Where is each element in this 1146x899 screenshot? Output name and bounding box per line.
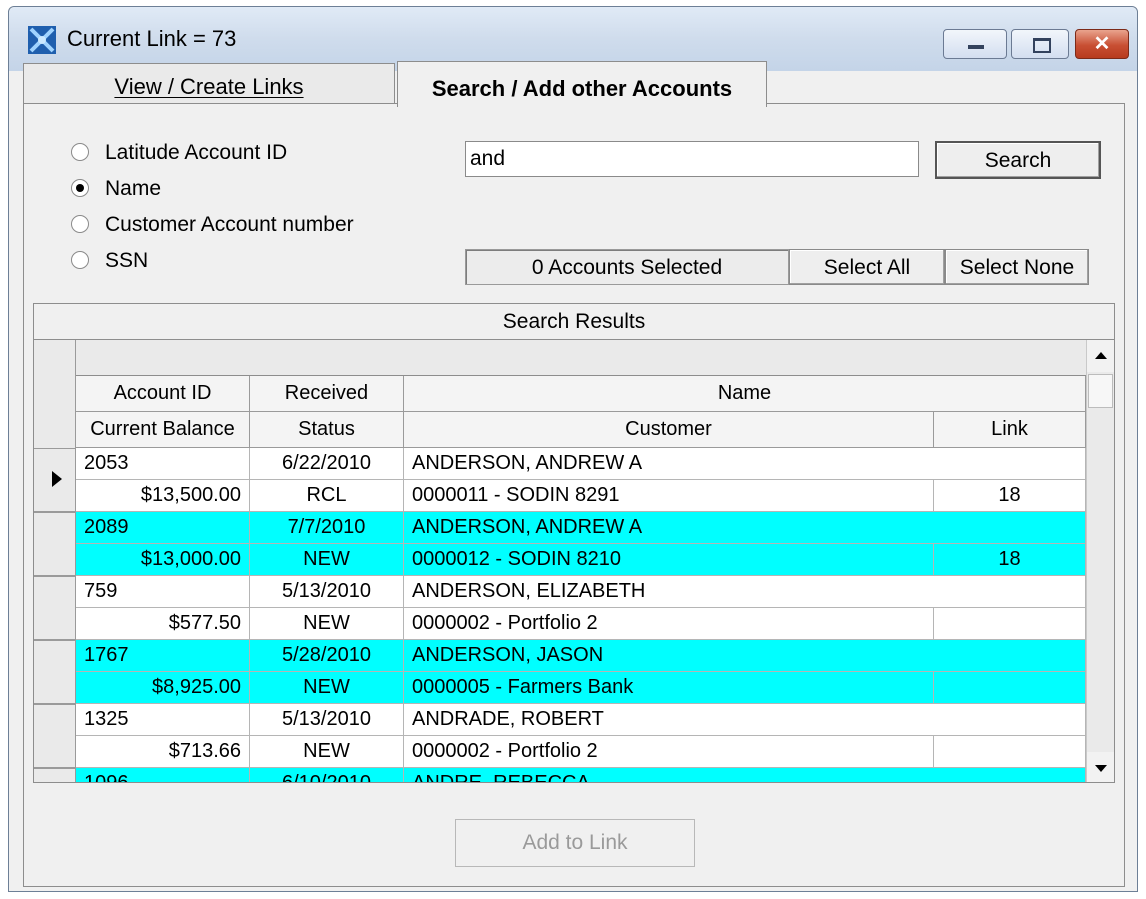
cell-status[interactable]: RCL bbox=[250, 480, 404, 512]
maximize-button[interactable] bbox=[1011, 29, 1069, 59]
header-name[interactable]: Name bbox=[404, 376, 1086, 412]
header-received[interactable]: Received bbox=[250, 376, 404, 412]
cell-account-id[interactable]: 1325 bbox=[76, 704, 250, 736]
cell-current-balance[interactable]: $13,000.00 bbox=[76, 544, 250, 576]
radio-label: Name bbox=[105, 177, 162, 200]
window-title: Current Link = 73 bbox=[67, 26, 237, 51]
cell-customer[interactable]: 0000005 - Farmers Bank bbox=[404, 672, 934, 704]
accounts-selected-status: 0 Accounts Selected bbox=[465, 249, 789, 285]
radio-button[interactable] bbox=[71, 215, 89, 233]
search-button[interactable]: Search bbox=[935, 141, 1101, 179]
select-none-button[interactable]: Select None bbox=[945, 249, 1089, 285]
cell-name[interactable]: ANDERSON, JASON bbox=[404, 640, 1086, 672]
cell-link[interactable] bbox=[934, 608, 1086, 640]
header-status[interactable]: Status bbox=[250, 412, 404, 448]
row-selector[interactable] bbox=[34, 640, 76, 704]
cell-current-balance[interactable]: $577.50 bbox=[76, 608, 250, 640]
search-results-grid: Search Results Account ID Received Name … bbox=[33, 303, 1115, 783]
vertical-scrollbar[interactable] bbox=[1086, 340, 1114, 782]
cell-account-id[interactable]: 2053 bbox=[76, 448, 250, 480]
cell-account-id[interactable]: 759 bbox=[76, 576, 250, 608]
select-all-button[interactable]: Select All bbox=[789, 249, 945, 285]
cell-link[interactable]: 18 bbox=[934, 480, 1086, 512]
radio-button[interactable] bbox=[71, 143, 89, 161]
cell-name[interactable]: ANDERSON, ANDREW A bbox=[404, 512, 1086, 544]
close-icon: ✕ bbox=[1093, 33, 1111, 55]
tab-view-create-links[interactable]: View / Create Links bbox=[23, 63, 395, 103]
group-by-bar bbox=[76, 340, 1086, 376]
cell-status[interactable]: NEW bbox=[250, 672, 404, 704]
link-window: Current Link = 73 ✕ View / Create Links … bbox=[8, 6, 1138, 892]
cell-received[interactable]: 6/22/2010 bbox=[250, 448, 404, 480]
cell-account-id[interactable]: 2089 bbox=[76, 512, 250, 544]
cell-received[interactable]: 5/13/2010 bbox=[250, 576, 404, 608]
current-row-arrow-icon bbox=[52, 471, 62, 487]
header-customer[interactable]: Customer bbox=[404, 412, 934, 448]
radio-button[interactable] bbox=[71, 179, 89, 197]
cell-name[interactable]: ANDRADE, ROBERT bbox=[404, 704, 1086, 736]
scroll-down-button[interactable] bbox=[1087, 752, 1114, 782]
cell-status[interactable]: NEW bbox=[250, 608, 404, 640]
tab-label: Search / Add other Accounts bbox=[431, 76, 733, 101]
cell-current-balance[interactable]: $13,500.00 bbox=[76, 480, 250, 512]
cell-link[interactable]: 18 bbox=[934, 544, 1086, 576]
cell-name[interactable]: ANDRE, REBECCA bbox=[404, 768, 1086, 782]
cell-customer[interactable]: 0000002 - Portfolio 2 bbox=[404, 608, 934, 640]
cell-status[interactable]: NEW bbox=[250, 544, 404, 576]
scroll-up-button[interactable] bbox=[1087, 340, 1114, 372]
cell-account-id[interactable]: 1767 bbox=[76, 640, 250, 672]
app-logo-icon bbox=[28, 26, 56, 54]
radio-label: SSN bbox=[105, 249, 149, 272]
close-button[interactable]: ✕ bbox=[1075, 29, 1129, 59]
maximize-icon bbox=[1033, 38, 1051, 53]
minimize-button[interactable] bbox=[943, 29, 1007, 59]
row-selector[interactable] bbox=[34, 512, 76, 576]
cell-received[interactable]: 5/13/2010 bbox=[250, 704, 404, 736]
cell-name[interactable]: ANDERSON, ELIZABETH bbox=[404, 576, 1086, 608]
row-selector[interactable] bbox=[34, 448, 76, 512]
cell-received[interactable]: 7/7/2010 bbox=[250, 512, 404, 544]
tab-label: View / Create Links bbox=[114, 74, 304, 99]
cell-name[interactable]: ANDERSON, ANDREW A bbox=[404, 448, 1086, 480]
minimize-icon bbox=[968, 45, 984, 49]
cell-current-balance[interactable]: $713.66 bbox=[76, 736, 250, 768]
radio-label: Customer Account number bbox=[105, 213, 354, 236]
cell-current-balance[interactable]: $8,925.00 bbox=[76, 672, 250, 704]
tab-search-add-accounts[interactable]: Search / Add other Accounts bbox=[397, 61, 767, 107]
grid-caption: Search Results bbox=[34, 304, 1114, 340]
row-header-corner bbox=[34, 340, 76, 448]
scroll-thumb[interactable] bbox=[1088, 374, 1113, 408]
search-input[interactable] bbox=[465, 141, 919, 177]
radio-button[interactable] bbox=[71, 251, 89, 269]
cell-account-id[interactable]: 1096 bbox=[76, 768, 250, 782]
cell-customer[interactable]: 0000012 - SODIN 8210 bbox=[404, 544, 934, 576]
row-selector[interactable] bbox=[34, 704, 76, 768]
cell-link[interactable] bbox=[934, 736, 1086, 768]
cell-received[interactable]: 6/10/2010 bbox=[250, 768, 404, 782]
add-to-link-button[interactable]: Add to Link bbox=[455, 819, 695, 867]
row-selector[interactable] bbox=[34, 768, 76, 782]
header-account-id[interactable]: Account ID bbox=[76, 376, 250, 412]
cell-customer[interactable]: 0000011 - SODIN 8291 bbox=[404, 480, 934, 512]
header-current-balance[interactable]: Current Balance bbox=[76, 412, 250, 448]
arrow-down-icon bbox=[1095, 765, 1107, 772]
radio-label: Latitude Account ID bbox=[105, 141, 288, 164]
cell-link[interactable] bbox=[934, 672, 1086, 704]
header-link[interactable]: Link bbox=[934, 412, 1086, 448]
cell-customer[interactable]: 0000002 - Portfolio 2 bbox=[404, 736, 934, 768]
arrow-up-icon bbox=[1095, 352, 1107, 359]
row-selector[interactable] bbox=[34, 576, 76, 640]
cell-status[interactable]: NEW bbox=[250, 736, 404, 768]
cell-received[interactable]: 5/28/2010 bbox=[250, 640, 404, 672]
